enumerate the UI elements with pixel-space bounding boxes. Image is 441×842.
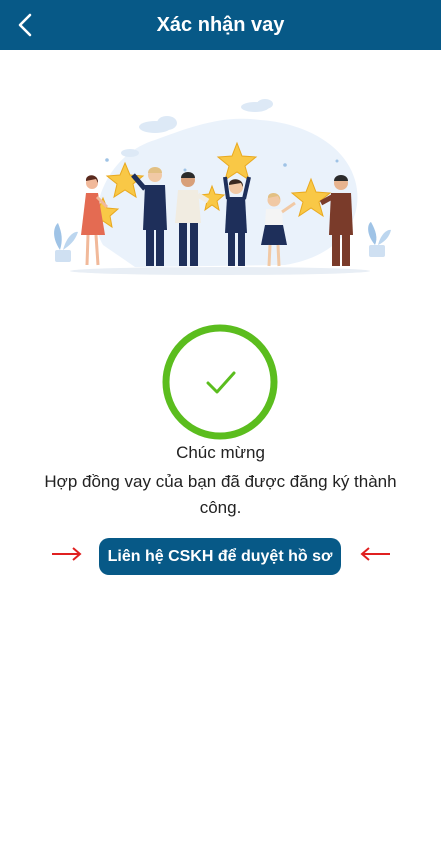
contact-support-button[interactable]: Liên hệ CSKH để duyệt hồ sơ — [99, 538, 341, 575]
success-message: Hợp đồng vay của bạn đã được đăng ký thà… — [44, 472, 397, 517]
arrow-right-icon — [52, 547, 82, 561]
celebration-illustration — [54, 99, 391, 275]
page-title: Xác nhận vay — [156, 14, 285, 36]
congrats-text: Chúc mừng — [176, 443, 265, 462]
arrow-left-icon — [360, 547, 390, 561]
chevron-left-icon — [18, 13, 32, 37]
back-button[interactable] — [6, 5, 46, 45]
app-header: Xác nhận vay — [0, 0, 441, 50]
check-circle-icon — [162, 324, 278, 440]
